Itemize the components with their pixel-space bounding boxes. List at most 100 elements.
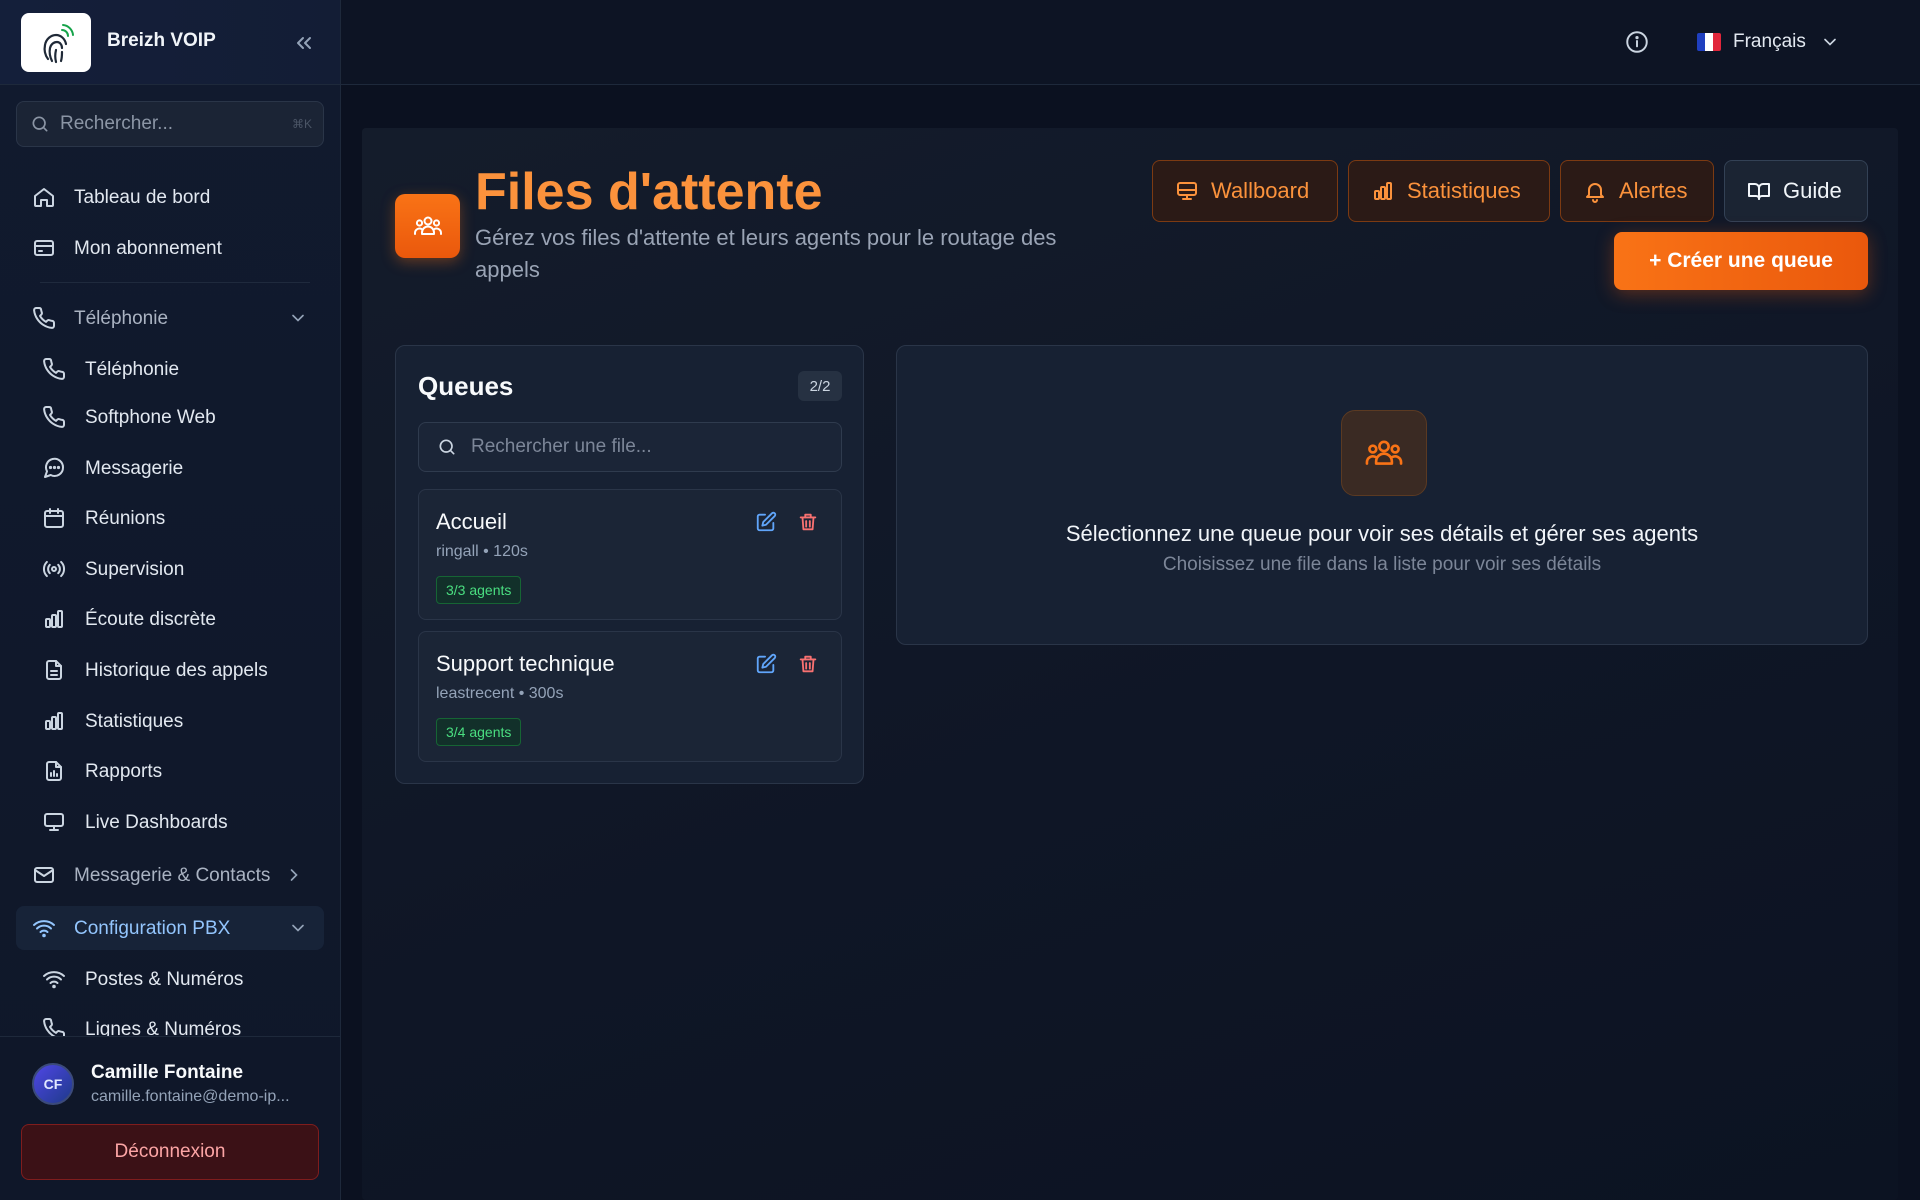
statistics-label: Statistiques [1407, 178, 1521, 203]
alerts-label: Alertes [1619, 178, 1688, 203]
chevrons-left-icon [297, 37, 311, 49]
wallboard-label: Wallboard [1211, 178, 1310, 203]
queue-detail-panel: Sélectionnez une queue pour voir ses dét… [896, 345, 1868, 645]
sidebar-item-label: Live Dashboards [85, 812, 228, 833]
queues-panel: Queues 2/2 Rechercher une file... Accuei… [395, 345, 864, 784]
sidebar-item-lines-numbers[interactable]: Lignes & Numéros [16, 1007, 324, 1036]
delete-queue-button[interactable] [797, 511, 819, 533]
empty-state-subtitle: Choisissez une file dans la liste pour v… [1162, 554, 1602, 575]
edit-icon [756, 511, 777, 532]
queues-title: Queues [418, 371, 514, 401]
collapse-sidebar-button[interactable] [290, 29, 318, 57]
sidebar-group-pbx-config[interactable]: Configuration PBX [16, 906, 324, 950]
users-icon [1341, 410, 1427, 496]
user-name: Camille Fontaine [91, 1062, 244, 1083]
chevron-right-icon [290, 869, 298, 881]
sidebar-item-messaging[interactable]: Messagerie [16, 446, 324, 490]
guide-button[interactable]: Guide [1724, 160, 1868, 222]
wifi-icon [33, 920, 55, 938]
wallboard-button[interactable]: Wallboard [1152, 160, 1338, 222]
french-flag-icon [1697, 33, 1721, 51]
sidebar-item-subscription[interactable]: Mon abonnement [16, 226, 324, 270]
user-area: CF Camille Fontaine camille.fontaine@dem… [0, 1036, 340, 1200]
guide-label: Guide [1783, 178, 1842, 203]
queue-search-input[interactable]: Rechercher une file... [418, 422, 842, 472]
edit-queue-button[interactable] [755, 511, 777, 533]
sidebar-item-reports[interactable]: Rapports [16, 749, 324, 793]
main-content: Files d'attente Gérez vos files d'attent… [362, 128, 1898, 1200]
topbar: Français [341, 0, 1920, 85]
alerts-button[interactable]: Alertes [1560, 160, 1714, 222]
sidebar-item-label: Téléphonie [74, 308, 169, 329]
logout-button[interactable]: Déconnexion [21, 1124, 319, 1180]
language-select[interactable]: Français [1697, 26, 1840, 58]
edit-icon [756, 653, 777, 674]
sidebar-item-supervision[interactable]: Supervision [16, 547, 324, 591]
bar-chart-icon [1374, 182, 1392, 200]
queue-meta: leastrecent • 300s [436, 685, 564, 702]
sidebar-item-softphone[interactable]: Softphone Web [16, 395, 324, 439]
trash-icon [799, 513, 817, 531]
sidebar-item-label: Supervision [85, 559, 185, 580]
chevron-down-icon [292, 314, 304, 322]
monitor-icon [1177, 182, 1197, 200]
phone-icon [33, 306, 56, 329]
agents-badge: 3/3 agents [436, 576, 522, 604]
sidebar-item-discreet-listening[interactable]: Écoute discrète [16, 597, 324, 641]
sidebar-item-label: Rapports [85, 761, 163, 782]
sidebar-item-label: Messagerie [85, 458, 184, 479]
search-icon [439, 439, 455, 455]
phone-icon [43, 357, 66, 380]
info-button[interactable] [1624, 29, 1650, 55]
message-circle-icon [44, 457, 65, 478]
queue-users-icon [395, 194, 460, 258]
sidebar-item-call-history[interactable]: Historique des appels [16, 648, 324, 692]
queue-card[interactable]: Support technique leastrecent • 300s 3/4… [418, 631, 842, 762]
broadcast-icon [42, 560, 66, 578]
sidebar-group-messaging-contacts[interactable]: Messagerie & Contacts [16, 853, 324, 897]
statistics-button[interactable]: Statistiques [1348, 160, 1550, 222]
brand-name: Breizh VOIP [107, 30, 216, 51]
mail-icon [34, 867, 54, 883]
sidebar-item-label: Écoute discrète [85, 609, 216, 630]
chevron-down-icon [1824, 38, 1836, 46]
sidebar-divider [40, 282, 310, 283]
credit-card-icon [34, 240, 54, 256]
page-title: Files d'attente [475, 163, 823, 221]
sidebar-item-label: Historique des appels [85, 660, 268, 681]
sidebar: Breizh VOIP Rechercher... ⌘K Tableau de … [0, 0, 341, 1200]
create-queue-button[interactable]: + Créer une queue [1614, 232, 1868, 290]
phone-icon [43, 1017, 66, 1036]
brand-header: Breizh VOIP [0, 0, 340, 85]
user-email: camille.fontaine@demo-ip... [91, 1088, 290, 1105]
sidebar-item-label: Messagerie & Contacts [74, 865, 271, 886]
sidebar-item-label: Téléphonie [85, 359, 180, 380]
sidebar-group-telephony[interactable]: Téléphonie [16, 296, 324, 340]
avatar[interactable]: CF [32, 1063, 74, 1105]
sidebar-item-label: Mon abonnement [74, 238, 222, 259]
queue-name: Support technique [436, 651, 615, 676]
sidebar-item-label: Softphone Web [85, 407, 216, 428]
trash-icon [799, 655, 817, 673]
queue-card[interactable]: Accueil ringall • 120s 3/3 agents [418, 489, 842, 620]
delete-queue-button[interactable] [797, 653, 819, 675]
queue-search-placeholder: Rechercher une file... [471, 436, 652, 457]
sidebar-item-telephony[interactable]: Téléphonie [16, 347, 324, 391]
chevron-down-icon [292, 924, 304, 932]
queue-name: Accueil [436, 509, 507, 534]
sidebar-search[interactable]: Rechercher... ⌘K [16, 101, 324, 147]
queues-count-badge: 2/2 [798, 371, 842, 401]
sidebar-item-label: Tableau de bord [74, 187, 211, 208]
sidebar-item-label: Statistiques [85, 711, 184, 732]
sidebar-item-dashboard[interactable]: Tableau de bord [16, 175, 324, 219]
edit-queue-button[interactable] [755, 653, 777, 675]
sidebar-item-label: Lignes & Numéros [85, 1019, 242, 1036]
sidebar-item-extensions-numbers[interactable]: Postes & Numéros [16, 957, 324, 1001]
home-icon [34, 188, 54, 207]
sidebar-item-label: Réunions [85, 508, 166, 529]
sidebar-item-statistics[interactable]: Statistiques [16, 699, 324, 743]
sidebar-item-live-dashboards[interactable]: Live Dashboards [16, 800, 324, 844]
sidebar-item-meetings[interactable]: Réunions [16, 496, 324, 540]
brand-logo[interactable] [21, 13, 91, 72]
bell-icon [1586, 183, 1604, 203]
